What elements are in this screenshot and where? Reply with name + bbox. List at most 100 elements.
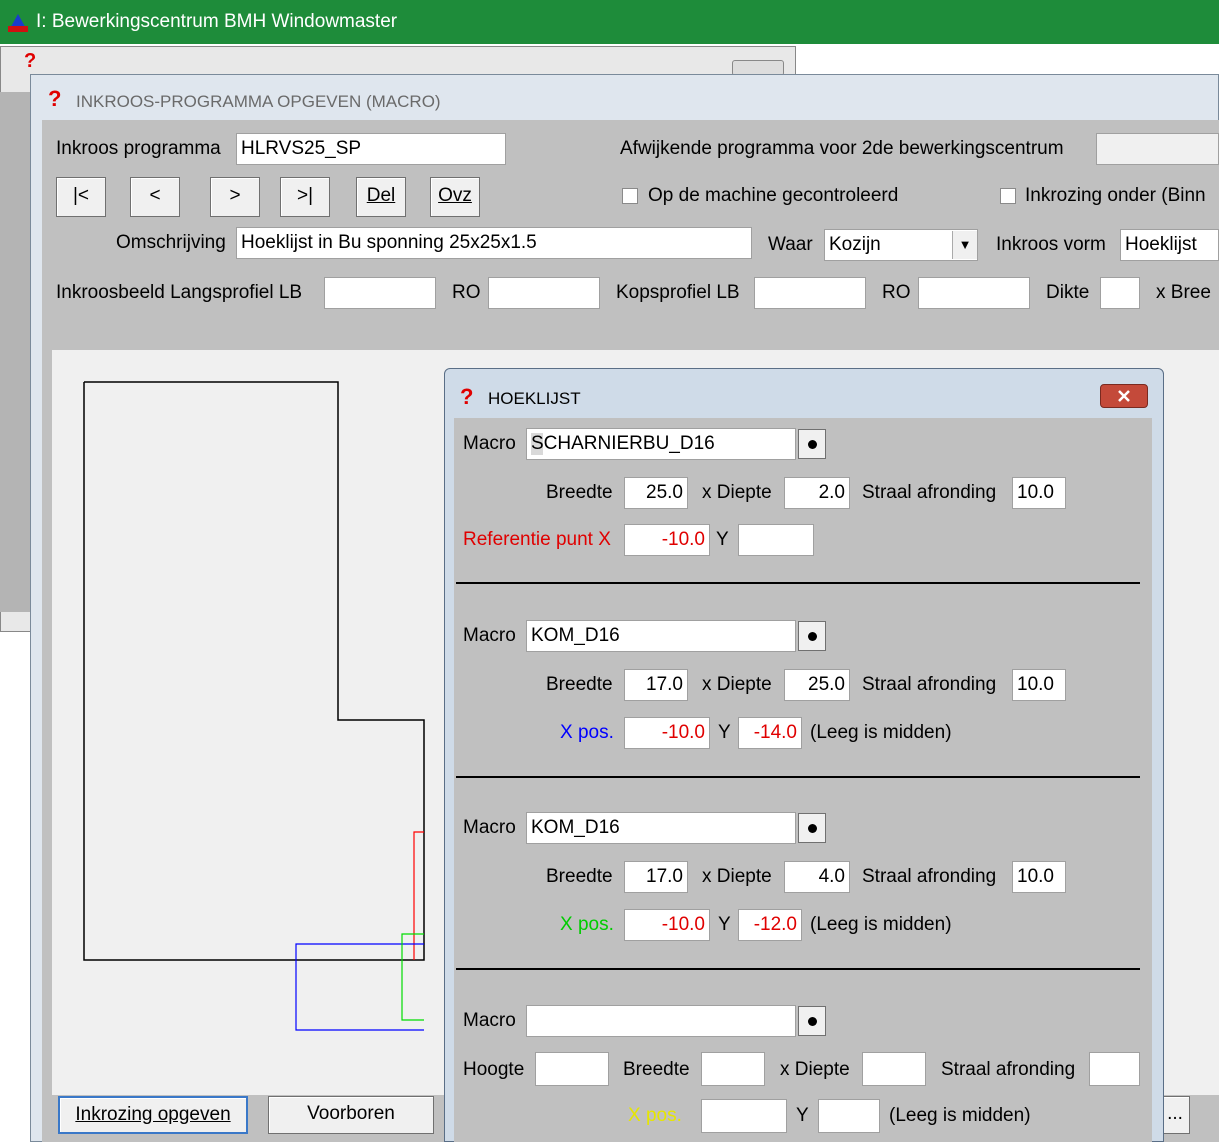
inkrozing-onder-checkbox[interactable] [1000, 188, 1016, 204]
kopsprofiel-lb-input[interactable] [754, 277, 866, 309]
leeg-is-midden-label-2: (Leeg is midden) [810, 722, 952, 743]
waar-select-value: Kozijn [829, 234, 881, 255]
afwijkend-input[interactable] [1096, 133, 1219, 165]
first-record-button[interactable]: |< [56, 177, 106, 217]
gecontroleerd-label: Op de machine gecontroleerd [648, 185, 899, 206]
diepte-input-1[interactable]: 2.0 [784, 477, 850, 509]
macro-label-2: Macro [463, 625, 516, 646]
delete-button[interactable]: Del [356, 177, 406, 217]
overview-button[interactable]: Ovz [430, 177, 480, 217]
straal-input-3[interactable]: 10.0 [1012, 861, 1066, 893]
voorboren-button[interactable]: Voorboren [268, 1096, 434, 1134]
diepte-input-4[interactable] [862, 1052, 926, 1086]
langsprofiel-ro-input[interactable] [488, 277, 600, 309]
breedte-label: x Bree [1156, 282, 1211, 303]
straal-label-3: Straal afronding [862, 866, 997, 887]
macro-label-1: Macro [463, 433, 516, 454]
macro-input-1[interactable]: SCHARNIERBU_D16 [526, 428, 796, 460]
app-title: I: Bewerkingscentrum BMH Windowmaster [36, 11, 398, 32]
afwijkend-label: Afwijkende programma voor 2de bewerkings… [620, 138, 1064, 159]
breedte-label-4: Breedte [623, 1059, 690, 1080]
background-window-icon: ? [24, 50, 37, 72]
inkroos-programma-label: Inkroos programma [56, 138, 221, 159]
inkroos-programma-input[interactable]: HLRVS25_SP [236, 133, 506, 165]
straal-label-4: Straal afronding [941, 1059, 1076, 1080]
straal-label-2: Straal afronding [862, 674, 997, 695]
x-pos-label-3: X pos. [560, 914, 614, 935]
x-pos-input-3[interactable]: -10.0 [624, 909, 710, 941]
breedte-input-3[interactable]: 17.0 [624, 861, 688, 893]
macro-label-3: Macro [463, 817, 516, 838]
next-record-button[interactable]: > [210, 177, 260, 217]
dikte-input[interactable] [1100, 277, 1140, 309]
kopsprofiel-ro-input[interactable] [918, 277, 1030, 309]
diepte-input-2[interactable]: 25.0 [784, 669, 850, 701]
y-label-2: Y [718, 722, 731, 743]
langsprofiel-label: Inkroosbeeld Langsprofiel LB [56, 282, 303, 303]
breedte-input-4[interactable] [701, 1052, 765, 1086]
macro-label-4: Macro [463, 1010, 516, 1031]
blue-macro-shape [295, 943, 424, 1031]
x-pos-input-2[interactable]: -10.0 [624, 717, 710, 749]
x-pos-label-4: X pos. [628, 1105, 682, 1126]
macro-input-1-value: SCHARNIERBU_D16 [531, 433, 715, 454]
macro-browse-button-4[interactable] [798, 1006, 826, 1036]
inkroos-vorm-input[interactable]: Hoeklijst [1120, 229, 1219, 261]
hoogte-label-4: Hoogte [463, 1059, 525, 1080]
inkrozing-opgeven-button[interactable]: Inkrozing opgeven [58, 1096, 248, 1134]
last-record-button[interactable]: >| [280, 177, 330, 217]
waar-label: Waar [768, 234, 813, 255]
macro-browse-button-3[interactable] [798, 813, 826, 843]
x-pos-label-2: X pos. [560, 722, 614, 743]
diepte-label-4: x Diepte [780, 1059, 850, 1080]
diepte-label-2: x Diepte [702, 674, 772, 695]
y-pos-input-4[interactable] [818, 1099, 880, 1133]
separator-1 [456, 582, 1140, 584]
y-label-3: Y [718, 914, 731, 935]
gecontroleerd-checkbox[interactable] [622, 188, 638, 204]
text-cursor [531, 433, 543, 455]
langsprofiel-lb-input[interactable] [324, 277, 436, 309]
waar-dropdown-arrow-icon[interactable]: ▼ [952, 231, 977, 259]
breedte-input-1[interactable]: 25.0 [624, 477, 688, 509]
macro-browse-button-1[interactable] [798, 429, 826, 459]
breedte-input-2[interactable]: 17.0 [624, 669, 688, 701]
referentie-punt-label: Referentie punt X [463, 529, 611, 550]
inkrozing-onder-label: Inkrozing onder (Binn [1025, 185, 1206, 206]
referentie-x-input[interactable]: -10.0 [624, 524, 710, 556]
inkroos-vorm-label: Inkroos vorm [996, 234, 1106, 255]
x-pos-input-4[interactable] [701, 1099, 787, 1133]
hoeklijst-close-button[interactable] [1100, 384, 1148, 408]
straal-input-4[interactable] [1089, 1052, 1140, 1086]
diepte-input-3[interactable]: 4.0 [784, 861, 850, 893]
main-window-title: INKROOS-PROGRAMMA OPGEVEN (MACRO) [76, 92, 441, 111]
y-pos-input-2[interactable]: -14.0 [738, 717, 802, 749]
straal-label-1: Straal afronding [862, 482, 997, 503]
more-button[interactable]: ... [1160, 1096, 1190, 1134]
background-window-body [0, 92, 30, 612]
omschrijving-input[interactable]: Hoeklijst in Bu sponning 25x25x1.5 [236, 227, 752, 259]
red-macro-shape [413, 831, 424, 960]
diepte-label-3: x Diepte [702, 866, 772, 887]
y-pos-input-3[interactable]: -12.0 [738, 909, 802, 941]
macro-browse-button-2[interactable] [798, 621, 826, 651]
leeg-is-midden-label-4: (Leeg is midden) [889, 1105, 1031, 1126]
hoeklijst-title: HOEKLIJST [488, 389, 581, 408]
macro-input-3[interactable]: KOM_D16 [526, 812, 796, 844]
kopsprofiel-label: Kopsprofiel LB [616, 282, 740, 303]
macro-input-4[interactable] [526, 1005, 796, 1037]
close-icon [1118, 390, 1130, 402]
breedte-label-2: Breedte [546, 674, 613, 695]
straal-input-2[interactable]: 10.0 [1012, 669, 1066, 701]
breedte-label-3: Breedte [546, 866, 613, 887]
hoogte-input-4[interactable] [535, 1052, 609, 1086]
dikte-label: Dikte [1046, 282, 1090, 303]
referentie-y-input[interactable] [738, 524, 814, 556]
straal-input-1[interactable]: 10.0 [1012, 477, 1066, 509]
diepte-label-1: x Diepte [702, 482, 772, 503]
kopsprofiel-ro-label: RO [882, 282, 911, 303]
breedte-label-1: Breedte [546, 482, 613, 503]
previous-record-button[interactable]: < [130, 177, 180, 217]
app-logo-icon [8, 12, 28, 32]
macro-input-2[interactable]: KOM_D16 [526, 620, 796, 652]
